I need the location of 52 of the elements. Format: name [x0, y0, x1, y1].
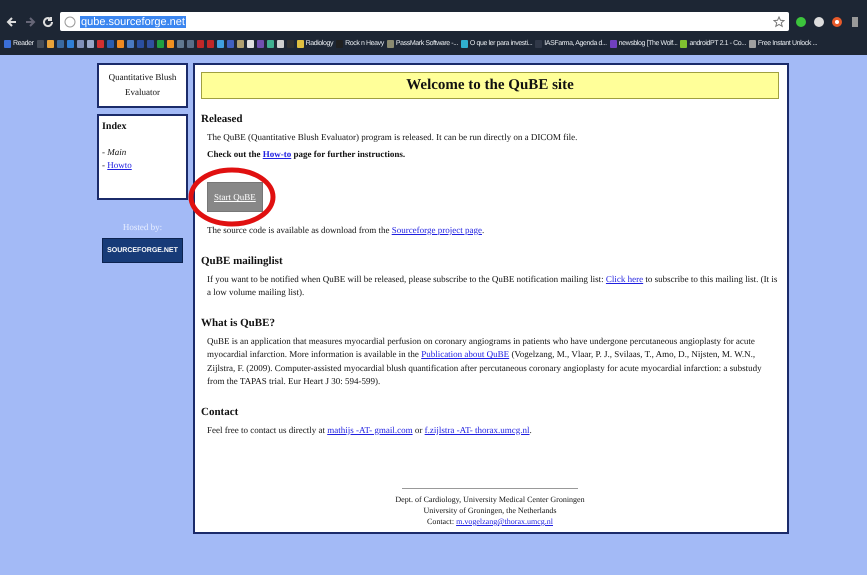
bookmark-icon[interactable]	[276, 40, 284, 48]
start-button[interactable]: Start QuBE	[207, 182, 263, 212]
section-heading: What is QuBE?	[201, 316, 276, 328]
email-link[interactable]: m.vogelzang@thorax.umcg.nl	[456, 517, 553, 526]
index-heading: Index	[102, 120, 128, 132]
footer-text: Dept. of Cardiology, University Medical Center Groningen	[395, 495, 585, 504]
bookmark-icon[interactable]	[46, 40, 54, 48]
bookmark-icon[interactable]	[216, 40, 224, 48]
footer-text: Contact: m.vogelzang@thorax.umcg.nl	[426, 517, 553, 526]
paragraph: The QuBE (Quantitative Blush Evaluator) program is released. It can be run directly on a DICOM file.	[207, 131, 578, 144]
list-marker: -	[102, 160, 105, 170]
address-bar[interactable]: qube.sourceforge.net	[60, 12, 789, 31]
paragraph: Feel free to contact us directly at mathijs -AT- gmail.com or f.zijlstra -AT- thorax.umcg.nl.	[207, 424, 533, 437]
page-title: Welcome to the QuBE site	[201, 72, 779, 99]
section-heading: Contact	[201, 406, 240, 418]
bookmark-icon[interactable]	[748, 40, 756, 48]
bookmark-icon[interactable]	[166, 40, 174, 48]
paragraph: The source code is available as download from the Sourceforge project page.	[207, 224, 486, 237]
bookmark-icon[interactable]	[236, 40, 244, 48]
paragraph: Check out the How-to page for further instructions.	[207, 148, 406, 161]
extension-icon[interactable]	[831, 16, 843, 28]
bookmark-icon[interactable]	[116, 40, 124, 48]
nav-item[interactable]: Main	[107, 146, 126, 157]
text-link[interactable]: Sourceforge project page	[392, 225, 482, 235]
bookmark-icon[interactable]	[460, 40, 468, 48]
site-title: Quantitative Blush Evaluator	[97, 63, 188, 108]
paragraph: QuBE is an application that measures myocardial perfusion on coronary angiograms in patients who have undergone percutaneous angioplasty for acute myocardial infarction. More information is available in the Publication about QuBE (Vogelzang, M., Vlaar, P. J., Svilaas, T., Amo, D., Nijsten, M. W.N., Zijlstra, F. (2009). Computer-assisted myocardial blush quantification after percutaneous coronary angioplasty for acute myocardial infarction: a substudy from the TAPAS trial. Eur Heart J 30: 594-599).	[207, 334, 763, 388]
paragraph: If you want to be notified when QuBE will be released, please subscribe to the QuBE notification mailing list: Click here to subscribe to this mailing list. (It is a low volume mailing list).	[207, 272, 778, 299]
text-link[interactable]: How-to	[262, 148, 292, 158]
back-icon[interactable]	[6, 16, 18, 28]
list-marker: -	[102, 146, 105, 157]
bookmark-icon[interactable]	[680, 40, 688, 48]
bookmark-icon[interactable]	[86, 40, 94, 48]
extension-icon[interactable]	[795, 16, 807, 28]
globe-icon	[64, 16, 76, 28]
forward-icon[interactable]	[24, 16, 36, 28]
hosted-label: Hosted by:	[122, 222, 164, 232]
text-link[interactable]: mathijs -AT- gmail.com	[327, 424, 413, 434]
nav-item[interactable]: Howto	[107, 160, 132, 170]
footer-text: University of Groningen, the Netherlands	[423, 506, 557, 515]
star-icon[interactable]	[773, 16, 785, 28]
bookmark-icon[interactable]	[296, 40, 304, 48]
text-link[interactable]: Click here	[606, 274, 644, 284]
section-heading: Released	[201, 113, 244, 125]
text-link[interactable]: Publication about QuBE	[421, 349, 510, 359]
section-heading: QuBE mailinglist	[201, 254, 284, 266]
reload-icon[interactable]	[42, 16, 54, 28]
bookmark-icon[interactable]	[76, 40, 84, 48]
bookmark-icon[interactable]	[246, 40, 254, 48]
bookmark-icon[interactable]	[266, 40, 274, 48]
text-link[interactable]: f.zijlstra -AT- thorax.umcg.nl	[424, 424, 530, 434]
extension-icon[interactable]	[813, 16, 825, 28]
